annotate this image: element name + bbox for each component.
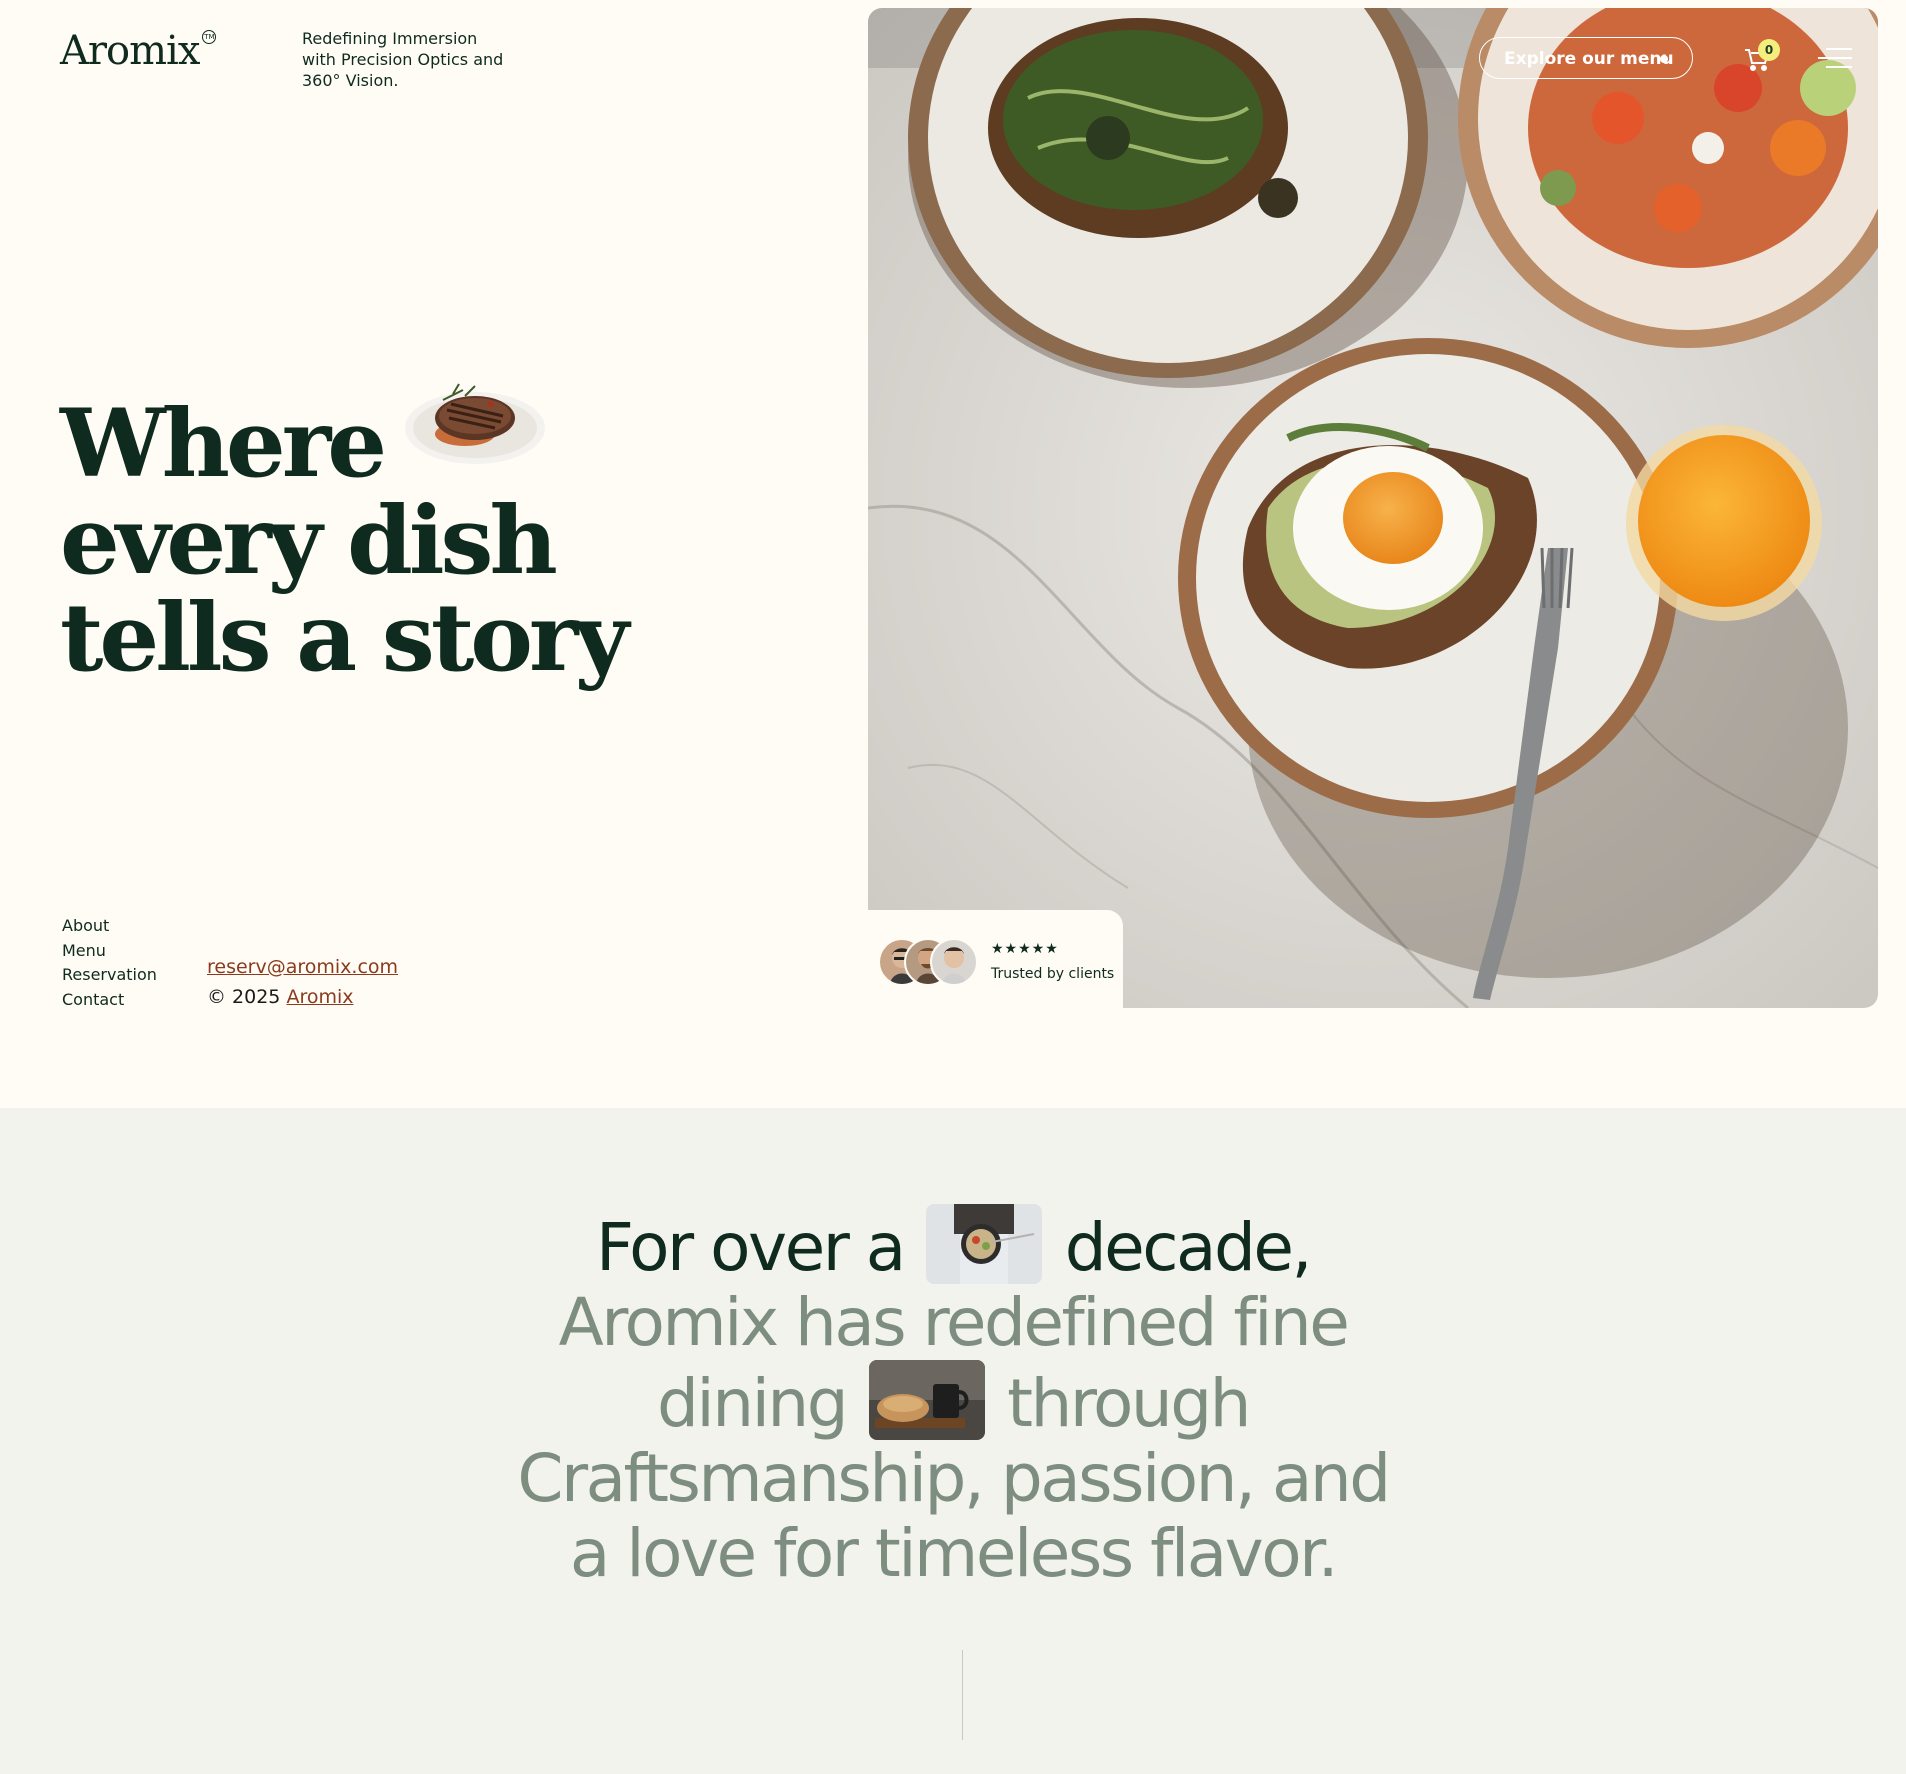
explore-menu-button[interactable]: Explore our menu bbox=[1479, 37, 1693, 79]
steak-plate-image bbox=[403, 382, 546, 468]
tagline: Redefining Immersion with Precision Opti… bbox=[302, 28, 522, 91]
footer-nav: About Menu Reservation Contact bbox=[62, 914, 157, 1012]
tagline-line: 360° Vision. bbox=[302, 71, 399, 90]
story-text-part: For over a bbox=[596, 1209, 906, 1286]
nav-link-reservation[interactable]: Reservation bbox=[62, 963, 157, 988]
headline-line-1: Where bbox=[60, 389, 387, 499]
hero-headline: Where every dish tells a story bbox=[60, 382, 629, 693]
story-text-part: decade, bbox=[1064, 1209, 1313, 1286]
headline-line-3: tells a story bbox=[60, 583, 629, 693]
tagline-line: Redefining Immersion bbox=[302, 29, 478, 48]
copyright: © 2025 Aromix bbox=[207, 982, 398, 1012]
headline-line-2: every dish bbox=[60, 486, 558, 596]
story-text-part: a love for timeless flavor. bbox=[569, 1515, 1339, 1592]
story-statement: For over a decade, Aromix has redefined … bbox=[0, 1204, 1906, 1591]
email-link[interactable]: reserv@aromix.com bbox=[207, 956, 398, 978]
cart-count-badge: 0 bbox=[1758, 39, 1780, 61]
story-text-part: through bbox=[1007, 1365, 1251, 1442]
rating-stars-icon: ★★★★★ bbox=[991, 941, 1059, 957]
story-text-part: dining bbox=[657, 1365, 849, 1442]
trust-label: Trusted by clients bbox=[991, 966, 1115, 982]
trust-card: ★★★★★ Trusted by clients bbox=[868, 910, 1123, 1020]
story-text-part: Aromix has redefined fine bbox=[558, 1284, 1350, 1361]
avatar bbox=[930, 938, 978, 986]
story-text-part: Craftsmanship, passion, and bbox=[517, 1440, 1391, 1517]
footer-contact: reserv@aromix.com © 2025 Aromix bbox=[207, 952, 398, 1012]
copyright-brand-link[interactable]: Aromix bbox=[286, 986, 353, 1008]
bread-and-mug-image bbox=[868, 1360, 985, 1440]
logo[interactable]: Aromix TM bbox=[60, 28, 217, 74]
copyright-text: © 2025 bbox=[207, 986, 281, 1008]
hero-section: Aromix TM Redefining Immersion with Prec… bbox=[0, 0, 1906, 1108]
nav-link-menu[interactable]: Menu bbox=[62, 939, 157, 964]
explore-menu-label: Explore our menu bbox=[1504, 49, 1674, 69]
hamburger-menu-icon[interactable] bbox=[1818, 48, 1852, 70]
logo-text: Aromix bbox=[60, 28, 200, 74]
dot-icon bbox=[1660, 55, 1668, 63]
tagline-line: with Precision Optics and bbox=[302, 50, 504, 69]
hero-food-photo bbox=[868, 8, 1878, 1008]
nav-link-contact[interactable]: Contact bbox=[62, 988, 157, 1013]
nav-link-about[interactable]: About bbox=[62, 914, 157, 939]
salad-bowl-image bbox=[926, 1204, 1043, 1284]
divider-line bbox=[962, 1650, 963, 1740]
story-section: For over a decade, Aromix has redefined … bbox=[0, 1108, 1906, 1774]
trademark-icon: TM bbox=[202, 30, 217, 44]
